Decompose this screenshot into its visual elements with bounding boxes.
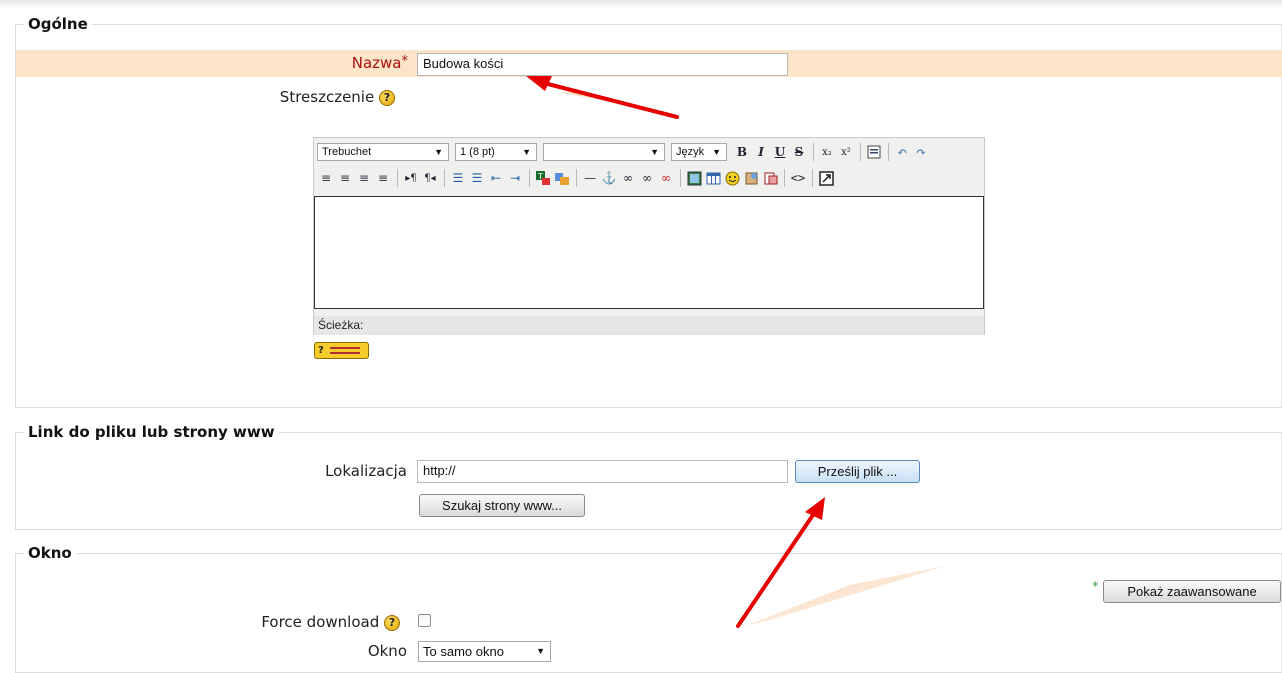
arrow-to-upload-button [736,497,945,628]
arrow-shaft [538,80,679,119]
arrow-to-name-field [526,76,690,119]
arrow-head [526,76,552,91]
arrow-head [805,497,825,520]
arrow-glow [745,566,945,626]
annotation-arrows [526,76,945,628]
